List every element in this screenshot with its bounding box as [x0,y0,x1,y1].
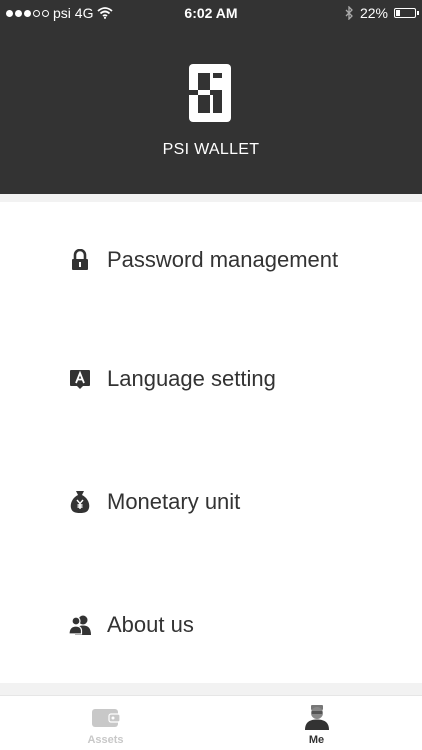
menu-item-language-setting[interactable]: Language setting [0,349,422,409]
app-name: PSI WALLET [162,141,260,158]
menu-item-monetary-unit[interactable]: Monetary unit [0,472,422,532]
menu-item-label: Language setting [107,366,276,391]
tab-label: Assets [87,734,124,746]
menu-item-label: About us [107,612,194,637]
users-icon [68,613,92,637]
settings-menu: Password management Language setting Mon… [0,202,422,683]
battery-icon [394,8,419,18]
screen: psi 4G 6:02 AM 22% PSI WALLET Password m… [0,0,422,750]
language-icon [68,367,92,391]
menu-item-about-us[interactable]: About us [0,595,422,655]
status-right: 22% [345,5,419,21]
person-icon [304,705,329,730]
header: psi 4G 6:02 AM 22% PSI WALLET [0,0,422,194]
bluetooth-icon [345,6,353,20]
psi-logo-icon [189,64,231,122]
battery-percent: 22% [359,5,388,21]
menu-item-password-management[interactable]: Password management [0,230,422,290]
menu-item-label: Monetary unit [107,489,241,514]
lock-icon [68,248,92,272]
tab-bar: Assets Me [0,695,422,750]
tab-me[interactable]: Me [211,696,422,750]
tab-assets[interactable]: Assets [0,696,211,750]
menu-item-label: Password management [107,247,339,272]
wallet-icon [91,709,121,727]
battery-fill [396,10,400,16]
status-bar: psi 4G 6:02 AM 22% [0,0,422,26]
money-bag-icon [68,490,92,514]
tab-label: Me [308,734,325,746]
